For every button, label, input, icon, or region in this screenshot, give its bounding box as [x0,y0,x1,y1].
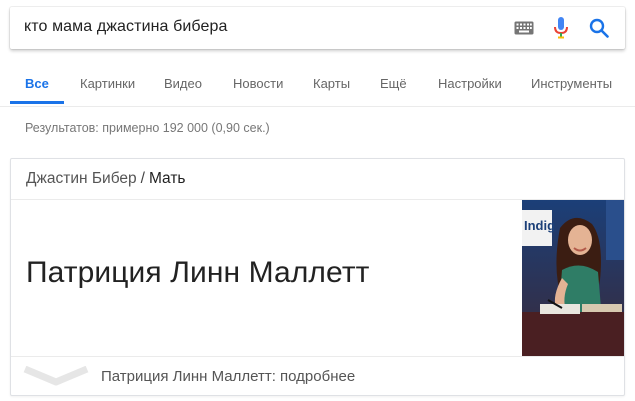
search-tabs: Все Картинки Видео Новости Карты Ещё Нас… [0,68,635,106]
tabs-divider [0,106,635,107]
breadcrumb-entity-link[interactable]: Джастин Бибер [26,170,137,187]
tab-video[interactable]: Видео [164,76,202,91]
active-tab-indicator [10,101,64,104]
breadcrumb-attribute: Мать [148,170,186,187]
search-actions [512,15,611,41]
knowledge-card: Джастин Бибер / Мать Патриция Линн Маллетт… [10,158,625,396]
more-info-label: Патриция Линн Маллетт: подробнее [101,368,356,385]
tab-tools[interactable]: Инструменты [531,76,612,91]
tab-more[interactable]: Ещё [380,76,407,91]
tab-all[interactable]: Все [25,76,49,91]
keyboard-icon[interactable] [512,15,536,41]
answer-title: Патриция Линн Маллетт [26,256,370,289]
answer-photo[interactable]: Indig [522,200,624,356]
photo-sign-text: Indig [524,218,555,233]
search-input[interactable]: кто мама джастина бибера [24,18,227,36]
tab-news[interactable]: Новости [233,76,283,91]
breadcrumb: Джастин Бибер / Мать [11,159,624,200]
tab-maps[interactable]: Карты [313,76,350,91]
tab-images[interactable]: Картинки [80,76,135,91]
breadcrumb-separator: / [140,170,145,187]
tab-settings[interactable]: Настройки [438,76,502,91]
more-info-expander[interactable]: Патриция Линн Маллетт: подробнее [11,356,624,395]
search-box[interactable]: кто мама джастина бибера [10,7,625,49]
chevron-down-icon [23,365,89,391]
search-icon[interactable] [587,15,611,41]
mic-icon[interactable] [551,15,571,41]
result-stats: Результатов: примерно 192 000 (0,90 сек.… [25,121,270,135]
